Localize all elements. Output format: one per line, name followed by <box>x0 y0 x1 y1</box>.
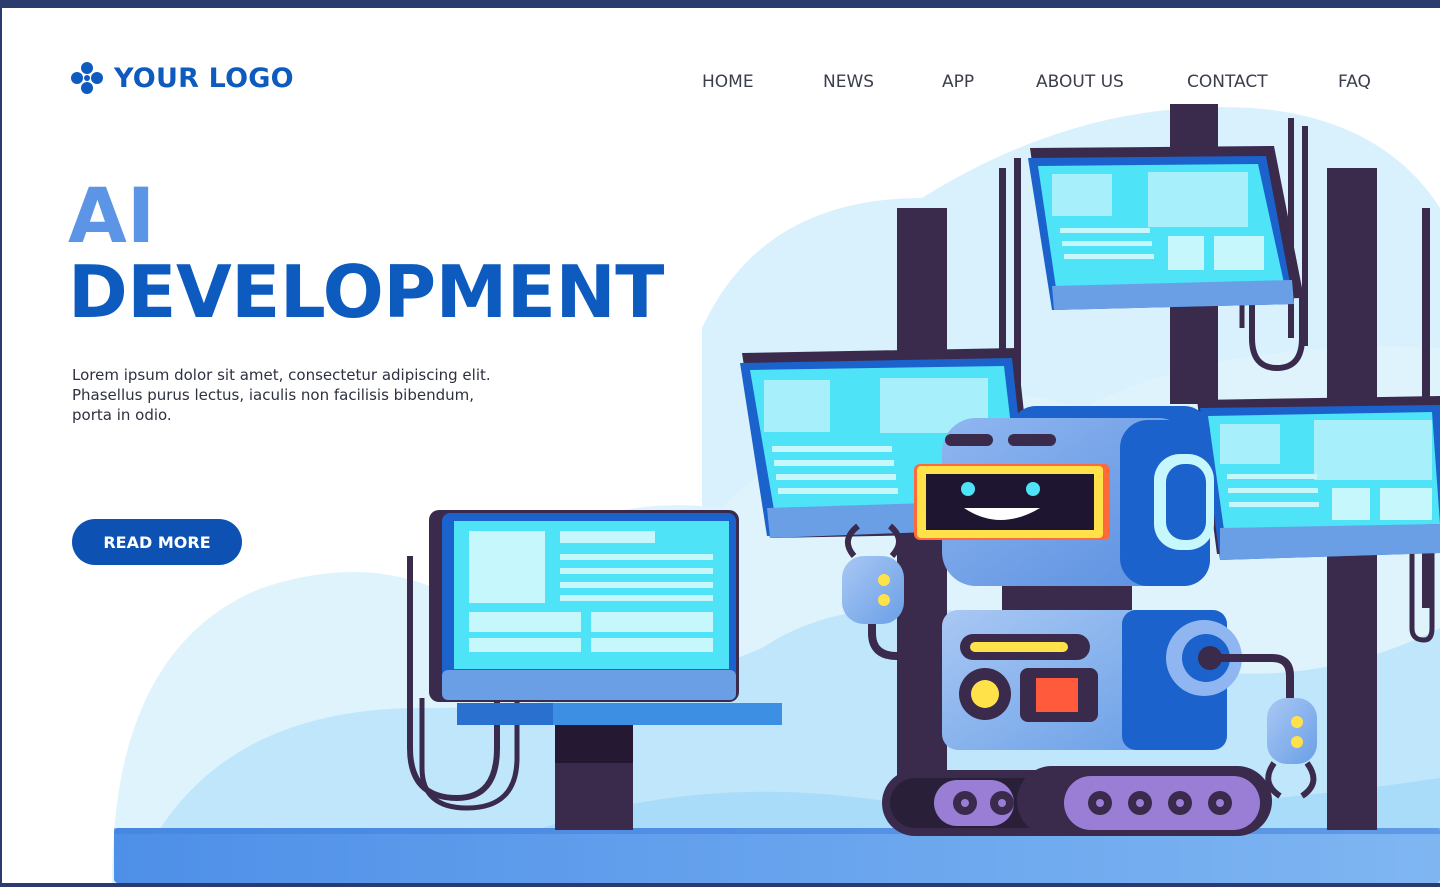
robot-eye <box>1026 482 1040 496</box>
screen-block <box>469 531 545 603</box>
description-line: Phasellus purus lectus, iaculis non faci… <box>72 386 475 404</box>
body-button <box>971 680 999 708</box>
screen-line <box>560 582 713 588</box>
screen-line <box>772 446 892 452</box>
screen-line <box>778 488 898 494</box>
track-hub <box>1176 799 1184 807</box>
robot-hand <box>1267 698 1317 764</box>
body-button-red <box>1036 678 1078 712</box>
visor-screen <box>926 474 1094 530</box>
read-more-button[interactable]: READ MORE <box>72 519 242 565</box>
screen-block <box>1220 424 1280 464</box>
screen-line <box>774 460 894 466</box>
screen-block <box>591 638 713 652</box>
screen-block <box>1148 172 1248 227</box>
screen-block <box>469 612 581 632</box>
screen-block <box>1214 236 1264 270</box>
landing-page: YOUR LOGO HOME NEWS APP ABOUT US CONTACT… <box>2 8 1440 883</box>
description-line: Lorem ipsum dolor sit amet, consectetur … <box>72 366 491 384</box>
screen-line <box>560 595 713 601</box>
monitor-chin <box>442 670 736 700</box>
floor-strip <box>114 828 1440 883</box>
hand-light <box>1291 716 1303 728</box>
robot-hand <box>842 556 904 624</box>
nav-link-contact[interactable]: CONTACT <box>1187 72 1268 92</box>
hero-title-line-1: AI <box>68 171 156 260</box>
nav-link-news[interactable]: NEWS <box>823 72 874 92</box>
screen-block <box>1052 174 1112 216</box>
eyebrow <box>1008 434 1056 446</box>
hand-light <box>878 574 890 586</box>
track-hub <box>1136 799 1144 807</box>
screen-line <box>560 554 713 560</box>
robot-eye <box>961 482 975 496</box>
screen-block <box>764 380 830 432</box>
screen-block <box>469 638 581 652</box>
screen-line <box>560 568 713 574</box>
ai-robot-illustration <box>112 104 1440 883</box>
hero-description: Lorem ipsum dolor sit amet, consectetur … <box>72 365 512 425</box>
screen-line <box>776 474 896 480</box>
track-hub <box>1096 799 1104 807</box>
nav-link-home[interactable]: HOME <box>702 72 754 92</box>
eyebrow <box>945 434 993 446</box>
screen-block <box>1168 236 1204 270</box>
screen-line <box>1229 502 1319 507</box>
desk-leg-shade <box>555 725 633 763</box>
hand-light <box>878 594 890 606</box>
main-navigation: HOME NEWS APP ABOUT US CONTACT FAQ <box>2 72 1440 100</box>
screen-line <box>1064 254 1154 259</box>
body-slot-light <box>970 642 1068 652</box>
nav-link-app[interactable]: APP <box>942 72 974 92</box>
desk-top-shade <box>457 703 553 725</box>
track-hub <box>961 799 969 807</box>
nav-link-faq[interactable]: FAQ <box>1338 72 1371 92</box>
head-ear-inner <box>1166 464 1206 540</box>
hand-light <box>1291 736 1303 748</box>
screen-block <box>1314 420 1432 480</box>
description-line: porta in odio. <box>72 406 172 424</box>
screen-line <box>1060 228 1150 233</box>
track-hub <box>1216 799 1224 807</box>
screen-block <box>591 612 713 632</box>
screen-block <box>1332 488 1370 520</box>
hero-title-line-2: DEVELOPMENT <box>68 250 664 334</box>
screen-line <box>560 531 655 543</box>
screen-line <box>1228 488 1318 493</box>
screen-line <box>1227 474 1317 479</box>
nav-link-about-us[interactable]: ABOUT US <box>1036 72 1124 92</box>
screen-block <box>1380 488 1432 520</box>
track-hub <box>998 799 1006 807</box>
screen-line <box>1062 241 1152 246</box>
